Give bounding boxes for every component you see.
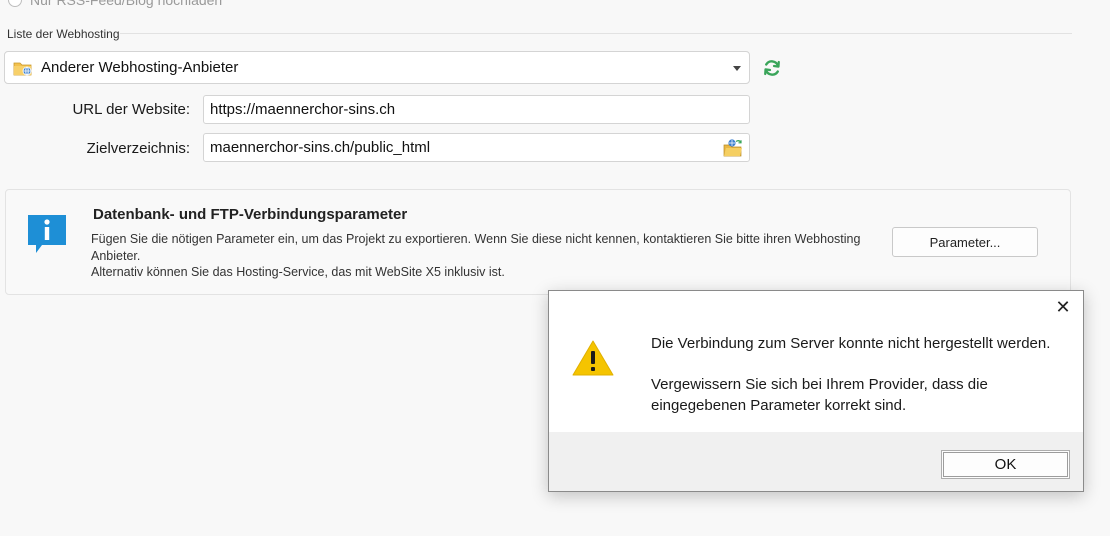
connection-params-title: Datenbank- und FTP-Verbindungsparameter <box>93 206 408 223</box>
hosting-provider-value: Anderer Webhosting-Anbieter <box>41 59 239 76</box>
chevron-down-icon[interactable] <box>733 66 741 71</box>
info-icon <box>28 215 66 253</box>
target-dir-label: Zielverzeichnis: <box>86 140 190 157</box>
close-icon[interactable]: ✕ <box>1051 296 1075 318</box>
connection-error-dialog: ✕ Die Verbindung zum Server konnte nicht… <box>548 290 1084 492</box>
browse-folder-icon[interactable] <box>723 138 743 157</box>
ok-button[interactable]: OK <box>941 450 1070 479</box>
target-dir-input[interactable]: maennerchor-sins.ch/public_html <box>203 133 750 162</box>
description-line-2: Alternativ können Sie das Hosting-Servic… <box>91 265 505 279</box>
connection-params-description: Fügen Sie die nötigen Parameter ein, um … <box>91 231 871 281</box>
url-label: URL der Website: <box>72 101 190 118</box>
web-folder-icon <box>13 62 32 75</box>
url-input-value: https://maennerchor-sins.ch <box>210 101 396 118</box>
rss-upload-radio-label: Nur RSS-Feed/Blog hochladen <box>30 0 223 8</box>
hosting-section-label: Liste der Webhosting <box>7 27 120 41</box>
warning-icon <box>572 340 614 376</box>
error-hint: Vergewissern Sie sich bei Ihrem Provider… <box>651 376 988 414</box>
error-message: Die Verbindung zum Server konnte nicht h… <box>651 335 1051 352</box>
rss-upload-radio[interactable] <box>8 0 22 7</box>
url-input[interactable]: https://maennerchor-sins.ch <box>203 95 750 124</box>
rss-upload-radio-row[interactable]: Nur RSS-Feed/Blog hochladen <box>8 0 222 9</box>
section-divider <box>120 33 1072 34</box>
refresh-icon[interactable] <box>762 58 782 78</box>
hosting-provider-select[interactable]: Anderer Webhosting-Anbieter <box>4 51 750 84</box>
parameter-button[interactable]: Parameter... <box>892 227 1038 257</box>
target-dir-value: maennerchor-sins.ch/public_html <box>210 139 431 156</box>
description-line-1: Fügen Sie die nötigen Parameter ein, um … <box>91 232 861 263</box>
